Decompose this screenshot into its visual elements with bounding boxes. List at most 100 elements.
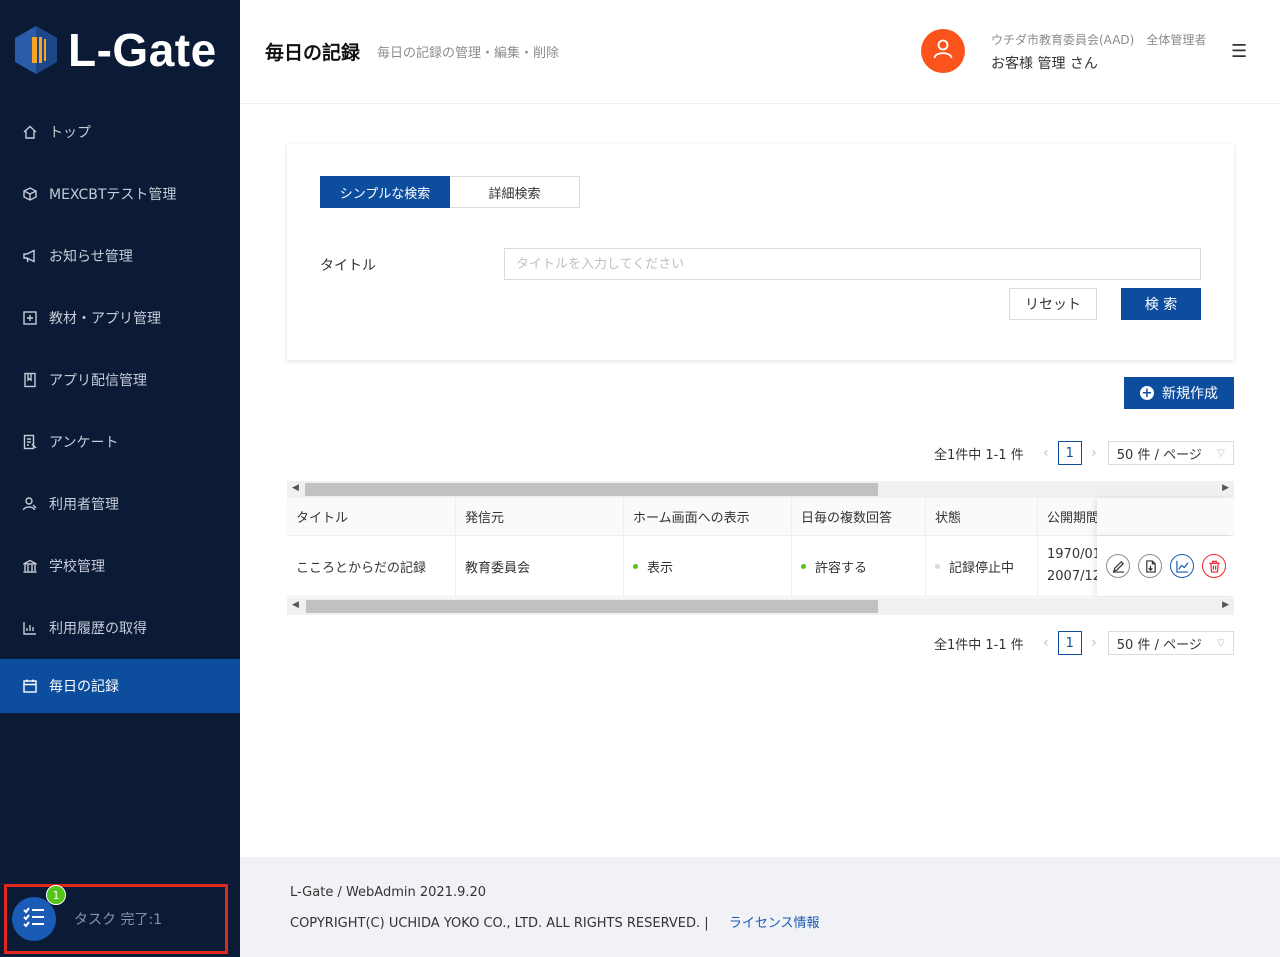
status-dot-grey — [935, 563, 940, 569]
pagination-total: 全1件中 1-1 件 — [934, 637, 1024, 653]
chevron-down-icon: ▽ — [1217, 637, 1225, 649]
search-mode-tabs: シンプルな検索 詳細検索 — [320, 176, 580, 208]
column-header-sender: 発信元 — [456, 498, 624, 535]
edit-button[interactable] — [1106, 554, 1130, 578]
license-link[interactable]: ライセンス情報 — [729, 916, 820, 931]
table-scrollbar-top[interactable]: ◀ ▶ — [287, 481, 1234, 498]
megaphone-icon — [22, 248, 38, 264]
records-table: ◀ ▶ タイトル 発信元 ホーム画面への表示 日毎の複数回答 状態 公開期間 こ… — [287, 481, 1234, 615]
sidebar-item-label: トップ — [49, 125, 91, 141]
cube-icon — [22, 186, 38, 202]
period-end: 2007/12 — [1047, 569, 1102, 584]
sidebar-item-daily-records[interactable]: 毎日の記録 — [0, 659, 240, 713]
create-new-button[interactable]: + 新規作成 — [1124, 377, 1234, 409]
home-icon — [22, 124, 38, 140]
sidebar-item-label: 毎日の記録 — [49, 679, 119, 695]
scrollbar-thumb[interactable] — [306, 600, 878, 613]
table-scrollbar-bottom[interactable]: ◀ ▶ — [287, 598, 1234, 615]
prev-page-icon[interactable]: ‹ — [1038, 445, 1054, 461]
page-subtitle: 毎日の記録の管理・編集・削除 — [377, 46, 560, 61]
scrollbar-thumb[interactable] — [305, 483, 878, 496]
page-size-value: 50 件 / ページ — [1116, 637, 1202, 653]
sidebar-item-label: 学校管理 — [49, 559, 105, 575]
sidebar-item-users[interactable]: 利用者管理 — [0, 473, 240, 535]
task-list-button[interactable]: 1 — [12, 885, 66, 941]
title-search-input[interactable] — [504, 248, 1201, 280]
reset-button[interactable]: リセット — [1009, 288, 1097, 320]
file-export-button[interactable] — [1138, 554, 1162, 578]
page-number-button[interactable]: 1 — [1057, 441, 1082, 465]
sidebar-item-top[interactable]: トップ — [0, 101, 240, 163]
delete-button[interactable] — [1202, 554, 1226, 578]
status-dot-green — [633, 563, 638, 569]
line-chart-icon — [1175, 560, 1189, 573]
chevron-down-icon: ▽ — [1217, 447, 1225, 459]
column-header-multiple-answers: 日毎の複数回答 — [792, 498, 926, 535]
next-page-icon[interactable]: › — [1086, 635, 1102, 651]
row-actions — [1097, 536, 1234, 596]
task-count-badge: 1 — [46, 885, 66, 905]
logo-hexagon-icon — [14, 25, 58, 75]
plus-square-icon — [22, 310, 38, 326]
title-field-label: タイトル — [320, 258, 376, 274]
copyright-text: COPYRIGHT(C) UCHIDA YOKO CO., LTD. ALL R… — [290, 916, 709, 931]
page-header: 毎日の記録 毎日の記録の管理・編集・削除 ウチダ市教育委員会(AAD) 全体管理… — [240, 0, 1280, 104]
copyright-line: COPYRIGHT(C) UCHIDA YOKO CO., LTD. ALL R… — [290, 912, 820, 931]
sidebar-item-materials[interactable]: 教材・アプリ管理 — [0, 287, 240, 349]
page-number-button[interactable]: 1 — [1057, 631, 1082, 655]
cell-home-display: 表示 — [624, 536, 792, 596]
tab-simple-search[interactable]: シンプルな検索 — [320, 176, 450, 208]
table-row: こころとからだの記録 教育委員会 表示 許容する 記録停止中 1970/01 2… — [287, 536, 1234, 597]
user-organization: ウチダ市教育委員会(AAD) 全体管理者 — [991, 33, 1207, 47]
search-button[interactable]: 検 索 — [1121, 288, 1201, 320]
sidebar-item-app-distribution[interactable]: アプリ配信管理 — [0, 349, 240, 411]
home-display-value: 表示 — [647, 560, 674, 576]
cell-multiple-answers: 許容する — [792, 536, 926, 596]
user-icon — [932, 38, 954, 64]
task-status-panel: 1 タスク 完了:1 — [4, 884, 228, 954]
create-new-label: 新規作成 — [1162, 386, 1218, 402]
scroll-left-icon[interactable]: ◀ — [292, 483, 299, 493]
column-header-status: 状態 — [926, 498, 1038, 535]
file-icon — [1145, 559, 1156, 573]
sidebar-item-mexcbt[interactable]: MEXCBTテスト管理 — [0, 163, 240, 225]
scroll-right-icon[interactable]: ▶ — [1222, 483, 1229, 493]
next-page-icon[interactable]: › — [1086, 445, 1102, 461]
sidebar-item-label: MEXCBTテスト管理 — [49, 187, 177, 203]
page-footer: L-Gate / WebAdmin 2021.9.20 COPYRIGHT(C)… — [240, 857, 1280, 957]
sidebar-item-schools[interactable]: 学校管理 — [0, 535, 240, 597]
page-size-select[interactable]: 50 件 / ページ ▽ — [1107, 631, 1234, 655]
scroll-right-icon[interactable]: ▶ — [1222, 600, 1229, 610]
sidebar-item-label: アンケート — [49, 435, 119, 451]
tab-detail-search[interactable]: 詳細検索 — [450, 176, 580, 208]
sidebar-item-label: 利用履歴の取得 — [49, 621, 147, 637]
multiple-answers-value: 許容する — [815, 560, 868, 576]
user-name: お客様 管理 さん — [991, 56, 1098, 72]
scroll-left-icon[interactable]: ◀ — [292, 600, 299, 610]
table-header-row: タイトル 発信元 ホーム画面への表示 日毎の複数回答 状態 公開期間 — [287, 498, 1234, 536]
sidebar: L-Gate トップ MEXCBTテスト管理 お知らせ管理 教材・アプリ管理 ア… — [0, 0, 240, 957]
pagination-total: 全1件中 1-1 件 — [934, 447, 1024, 463]
brand-logo[interactable]: L-Gate — [14, 24, 217, 76]
brand-name: L-Gate — [68, 24, 217, 76]
page-size-value: 50 件 / ページ — [1116, 447, 1202, 463]
task-list-icon — [23, 907, 45, 931]
bank-icon — [22, 558, 38, 574]
hamburger-menu-icon[interactable]: ☰ — [1231, 41, 1247, 62]
sidebar-item-usage-history[interactable]: 利用履歴の取得 — [0, 597, 240, 659]
sidebar-item-label: 教材・アプリ管理 — [49, 311, 161, 327]
actions-header — [1097, 498, 1234, 535]
bar-chart-icon — [22, 620, 38, 636]
sidebar-item-survey[interactable]: アンケート — [0, 411, 240, 473]
status-dot-green — [801, 563, 806, 569]
sidebar-item-notices[interactable]: お知らせ管理 — [0, 225, 240, 287]
calendar-icon — [22, 678, 38, 694]
sidebar-nav: トップ MEXCBTテスト管理 お知らせ管理 教材・アプリ管理 アプリ配信管理 … — [0, 101, 240, 713]
pagination-top: 全1件中 1-1 件 ‹ 1 › 50 件 / ページ ▽ — [934, 441, 1234, 465]
chart-button[interactable] — [1170, 554, 1194, 578]
sidebar-item-label: 利用者管理 — [49, 497, 119, 513]
column-header-home-display: ホーム画面への表示 — [624, 498, 792, 535]
page-size-select[interactable]: 50 件 / ページ ▽ — [1107, 441, 1234, 465]
avatar[interactable] — [921, 29, 965, 73]
prev-page-icon[interactable]: ‹ — [1038, 635, 1054, 651]
